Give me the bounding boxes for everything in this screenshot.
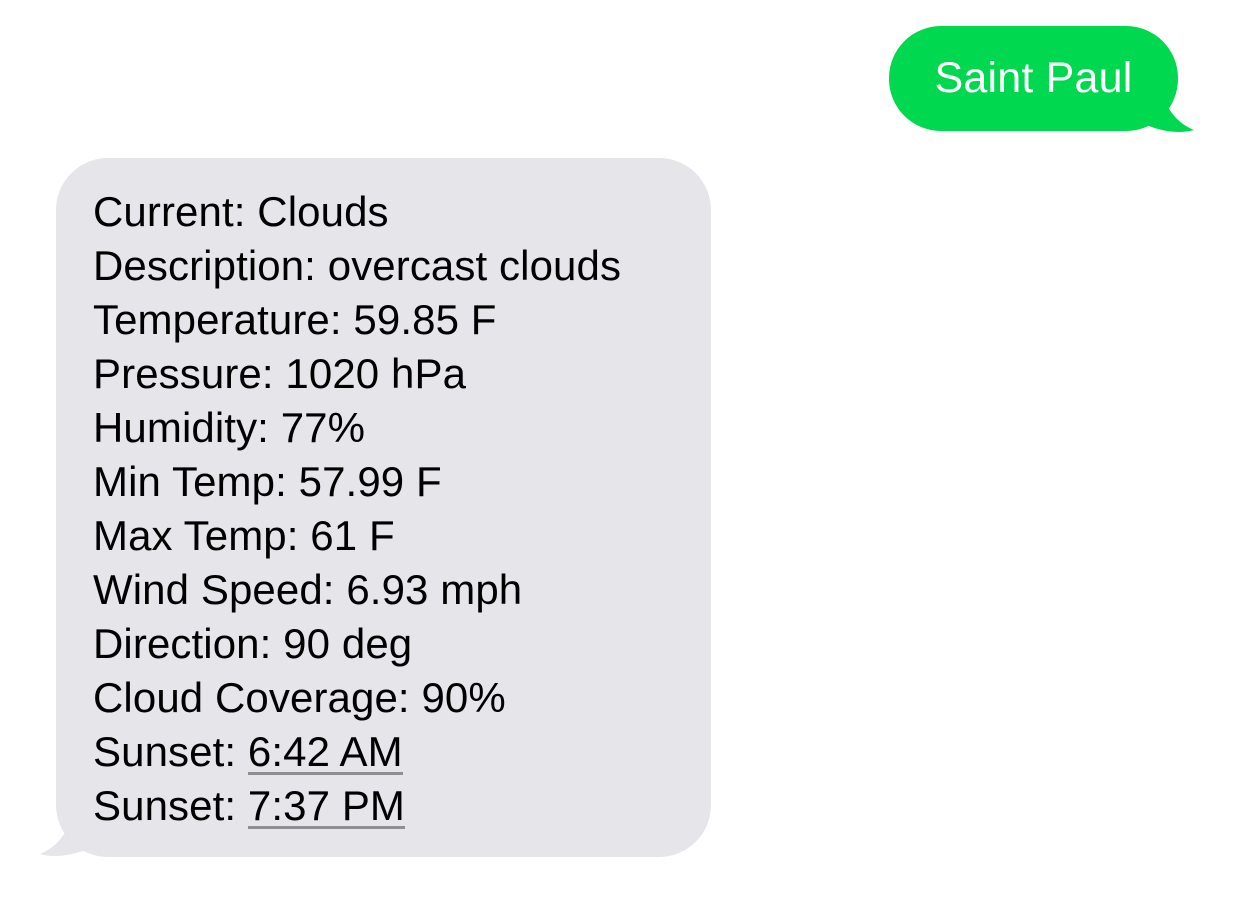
weather-pressure-line: Pressure: 1020 hPa [93,347,691,401]
weather-label: Current: [93,188,258,235]
weather-label: Direction: [93,620,284,667]
weather-label: Sunset: [93,728,248,775]
weather-value: 6.93 mph [346,566,523,613]
received-message-bubble[interactable]: Current: Clouds Description: overcast cl… [56,158,711,857]
weather-sunrise-line: Sunset: 6:42 AM [93,725,691,779]
weather-max-temp-line: Max Temp: 61 F [93,509,691,563]
weather-label: Min Temp: [93,458,299,505]
weather-label: Cloud Coverage: [93,674,422,721]
weather-value: 1020 hPa [285,350,467,397]
weather-value: 57.99 F [298,458,442,505]
weather-label: Temperature: [93,296,354,343]
weather-cloud-coverage-line: Cloud Coverage: 90% [93,671,691,725]
sent-message-bubble[interactable]: Saint Paul [889,26,1178,131]
weather-label: Humidity: [93,404,281,451]
weather-current-line: Current: Clouds [93,185,691,239]
sent-bubble-tail [1140,86,1194,132]
weather-label: Max Temp: [93,512,311,559]
weather-value: overcast clouds [327,242,622,289]
weather-label: Wind Speed: [93,566,347,613]
sent-message-text: Saint Paul [934,54,1133,102]
time-link[interactable]: 6:42 AM [247,731,403,775]
weather-value: 61 F [310,512,395,559]
weather-label: Pressure: [93,350,286,397]
weather-direction-line: Direction: 90 deg [93,617,691,671]
weather-value: 90 deg [283,620,413,667]
weather-value: 90% [421,674,506,721]
weather-min-temp-line: Min Temp: 57.99 F [93,455,691,509]
weather-humidity-line: Humidity: 77% [93,401,691,455]
weather-temperature-line: Temperature: 59.85 F [93,293,691,347]
weather-value: 77% [280,404,366,451]
weather-value: 59.85 F [353,296,497,343]
time-link[interactable]: 7:37 PM [247,785,406,829]
weather-label: Sunset: [93,782,248,829]
weather-sunset-line: Sunset: 7:37 PM [93,779,691,833]
weather-description-line: Description: overcast clouds [93,239,691,293]
weather-value: Clouds [257,188,389,235]
weather-wind-speed-line: Wind Speed: 6.93 mph [93,563,691,617]
weather-label: Description: [93,242,328,289]
received-bubble-tail [40,810,94,856]
